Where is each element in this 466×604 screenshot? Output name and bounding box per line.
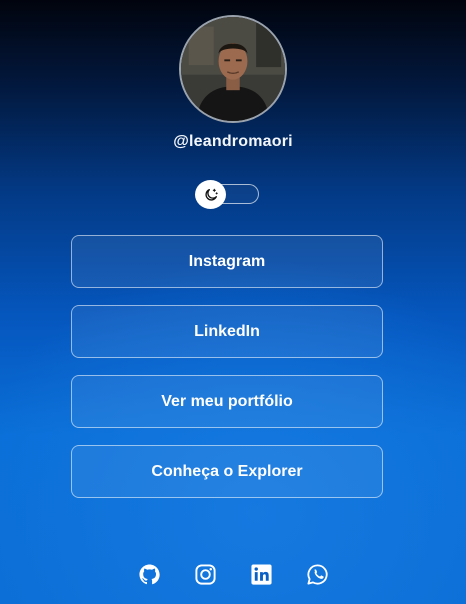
linkedin-icon xyxy=(250,564,272,585)
social-links xyxy=(0,563,466,586)
profile-handle: @leandromaori xyxy=(173,133,293,150)
avatar xyxy=(179,15,287,123)
profile-section: @leandromaori xyxy=(0,15,466,151)
link-list: Instagram LinkedIn Ver meu portfólio Con… xyxy=(71,235,383,515)
instagram-icon xyxy=(194,564,216,585)
linkedin-social-link[interactable] xyxy=(250,563,273,586)
whatsapp-social-link[interactable] xyxy=(306,563,329,586)
explorer-link-button[interactable]: Conheça o Explorer xyxy=(71,445,383,498)
whatsapp-icon xyxy=(306,564,328,585)
avatar-photo xyxy=(181,17,285,121)
instagram-social-link[interactable] xyxy=(194,563,217,586)
github-social-link[interactable] xyxy=(138,563,161,586)
github-icon xyxy=(138,564,160,585)
toggle-knob[interactable] xyxy=(195,180,226,209)
linkedin-link-button[interactable]: LinkedIn xyxy=(71,305,383,358)
moon-stars-icon xyxy=(204,188,218,201)
theme-toggle[interactable] xyxy=(195,180,259,209)
instagram-link-button[interactable]: Instagram xyxy=(71,235,383,288)
portfolio-link-button[interactable]: Ver meu portfólio xyxy=(71,375,383,428)
